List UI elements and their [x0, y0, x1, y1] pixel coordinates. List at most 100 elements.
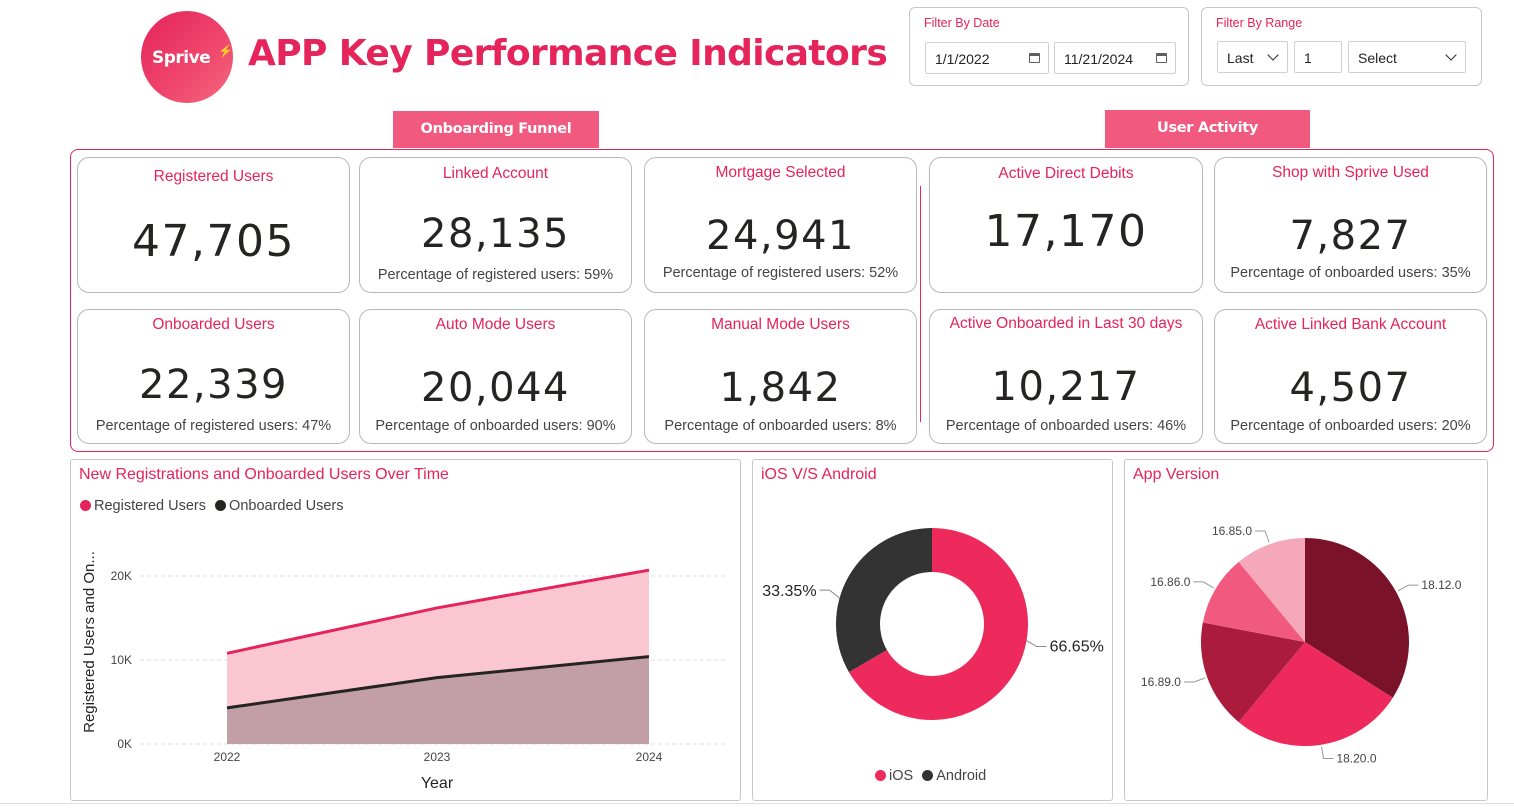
legend-label: iOS — [889, 768, 914, 784]
start-date-value: 1/1/2022 — [935, 51, 990, 67]
page-bottom-border — [0, 803, 1514, 804]
data-label: 18.12.0 — [1421, 578, 1461, 592]
tab-user-activity[interactable]: User Activity — [1105, 110, 1310, 148]
x-axis-title: Year — [421, 775, 454, 792]
kpi-card-active-onboarded-30-days[interactable]: Active Onboarded in Last 30 days 10,217 … — [929, 309, 1203, 444]
kpi-card-onboarded-users[interactable]: Onboarded Users 22,339 Percentage of reg… — [77, 309, 350, 444]
kpi-card-active-linked-bank[interactable]: Active Linked Bank Account 4,507 Percent… — [1214, 309, 1487, 444]
kpi-card-manual-mode-users[interactable]: Manual Mode Users 1,842 Percentage of on… — [644, 309, 917, 444]
range-unit-select[interactable]: Select — [1348, 41, 1466, 73]
range-count-input[interactable]: 1 — [1294, 41, 1342, 73]
kpi-value: 47,705 — [132, 216, 295, 267]
kpi-subtext: Percentage of onboarded users: 20% — [1230, 418, 1471, 434]
data-label: 16.89.0 — [1141, 675, 1181, 689]
kpi-subtext: Percentage of registered users: 59% — [377, 267, 614, 283]
start-date-input[interactable]: 1/1/2022 — [925, 42, 1049, 74]
kpi-subtext: Percentage of onboarded users: 35% — [1230, 265, 1471, 281]
kpi-subtext: Percentage of onboarded users: 90% — [375, 418, 616, 434]
donut-chart: 66.65% 33.35% — [762, 528, 1104, 720]
kpi-title: Linked Account — [442, 165, 549, 182]
legend-item-ios[interactable]: iOS — [875, 768, 913, 784]
kpi-title: Onboarded Users — [152, 316, 275, 333]
registrations-chart-panel: New Registrations and Onboarded Users Ov… — [70, 459, 741, 801]
chevron-down-icon — [1267, 49, 1279, 61]
kpi-card-mortgage-selected[interactable]: Mortgage Selected 24,941 Percentage of r… — [644, 157, 917, 293]
leader-line — [1321, 746, 1334, 760]
range-count-value: 1 — [1304, 50, 1312, 66]
kpi-card-shop-with-sprive[interactable]: Shop with Sprive Used 7,827 Percentage o… — [1214, 157, 1487, 293]
x-tick-label: 2022 — [214, 750, 241, 764]
kpi-title: Auto Mode Users — [435, 316, 556, 333]
x-tick-label: 2023 — [424, 750, 451, 764]
kpi-value: 7,827 — [1289, 213, 1412, 259]
leader-line — [819, 589, 840, 599]
donut-slice-android — [836, 528, 932, 673]
data-label: 18.20.0 — [1336, 752, 1376, 766]
kpi-value: 1,842 — [719, 365, 842, 411]
data-label: 16.85.0 — [1212, 524, 1252, 538]
kpi-value: 20,044 — [421, 365, 570, 411]
calendar-icon[interactable] — [1156, 53, 1167, 63]
kpi-value: 17,170 — [984, 206, 1148, 257]
calendar-icon[interactable] — [1029, 53, 1040, 63]
chevron-down-icon — [1445, 49, 1457, 61]
sprive-logo: Sprive ⚡ — [141, 11, 233, 103]
logo-text: Sprive — [152, 48, 211, 68]
tab-onboarding-funnel[interactable]: Onboarding Funnel — [393, 111, 599, 148]
app-version-panel: App Version 18.12.0 18.20.0 16.89.0 16.86.0… — [1124, 459, 1488, 801]
data-label-ios: 66.65% — [1050, 639, 1104, 656]
date-filter-label: Filter By Date — [924, 16, 1000, 30]
page-title: APP Key Performance Indicators — [248, 33, 888, 74]
range-unit-value: Select — [1358, 50, 1397, 66]
kpi-subtext: Percentage of onboarded users: 46% — [945, 418, 1187, 434]
leader-line — [1397, 584, 1419, 592]
data-label-android: 33.35% — [762, 583, 816, 600]
leader-line — [1193, 581, 1215, 589]
leader-line — [1183, 677, 1206, 683]
section-divider — [920, 186, 921, 422]
y-tick-label: 10K — [111, 653, 132, 667]
data-label: 16.86.0 — [1150, 575, 1190, 589]
kpi-card-linked-account[interactable]: Linked Account 28,135 Percentage of regi… — [359, 157, 632, 293]
kpi-title: Active Direct Debits — [998, 165, 1134, 182]
kpi-subtext: Percentage of onboarded users: 8% — [664, 418, 897, 434]
kpi-value: 4,507 — [1289, 365, 1412, 411]
y-tick-label: 20K — [111, 569, 132, 583]
legend-item-android[interactable]: Android — [922, 768, 986, 784]
logo-spark-icon: ⚡ — [218, 44, 233, 58]
range-period-select[interactable]: Last — [1217, 41, 1288, 73]
y-tick-label: 0K — [117, 737, 132, 751]
kpi-subtext: Percentage of registered users: 47% — [95, 418, 332, 434]
x-tick-label: 2024 — [636, 750, 663, 764]
leader-line — [1255, 530, 1270, 543]
y-axis-title: Registered Users and On... — [81, 551, 98, 733]
kpi-title: Manual Mode Users — [711, 316, 850, 333]
kpi-value: 24,941 — [706, 213, 855, 259]
date-filter-panel: Filter By Date 1/1/2022 11/21/2024 — [909, 7, 1189, 86]
leader-line — [1026, 640, 1047, 648]
kpi-card-auto-mode-users[interactable]: Auto Mode Users 20,044 Percentage of onb… — [359, 309, 632, 444]
legend-dot — [875, 770, 886, 781]
end-date-value: 11/21/2024 — [1064, 51, 1134, 67]
kpi-title: Mortgage Selected — [715, 164, 846, 181]
legend-dot — [922, 770, 934, 781]
range-period-value: Last — [1227, 50, 1254, 66]
area-chart: 20K 10K 0K 2022 2023 2024 Year Registered Users… — [81, 551, 727, 792]
range-filter-label: Filter By Range — [1216, 16, 1303, 30]
kpi-title: Active Linked Bank Account — [1254, 316, 1447, 333]
end-date-input[interactable]: 11/21/2024 — [1054, 42, 1176, 74]
kpi-card-active-direct-debits[interactable]: Active Direct Debits 17,170 — [929, 157, 1203, 293]
kpi-value: 22,339 — [139, 362, 288, 408]
kpi-title: Registered Users — [153, 168, 274, 185]
range-filter-panel: Filter By Range Last 1 Select — [1201, 7, 1482, 86]
kpi-title: Active Onboarded in Last 30 days — [949, 315, 1183, 332]
kpi-value: 10,217 — [991, 364, 1141, 410]
ios-android-panel: iOS V/S Android 66.65% 33.35% iOS Android — [752, 459, 1113, 801]
pie-chart: 18.12.0 18.20.0 16.89.0 16.86.0 16.85.0 — [1141, 524, 1462, 766]
donut-legend: iOS Android — [875, 768, 991, 784]
kpi-subtext: Percentage of registered users: 52% — [662, 265, 899, 281]
kpi-value: 28,135 — [421, 211, 570, 257]
kpi-title: Shop with Sprive Used — [1272, 164, 1429, 181]
kpi-card-registered-users[interactable]: Registered Users 47,705 — [77, 157, 350, 293]
legend-label: Android — [936, 768, 987, 784]
